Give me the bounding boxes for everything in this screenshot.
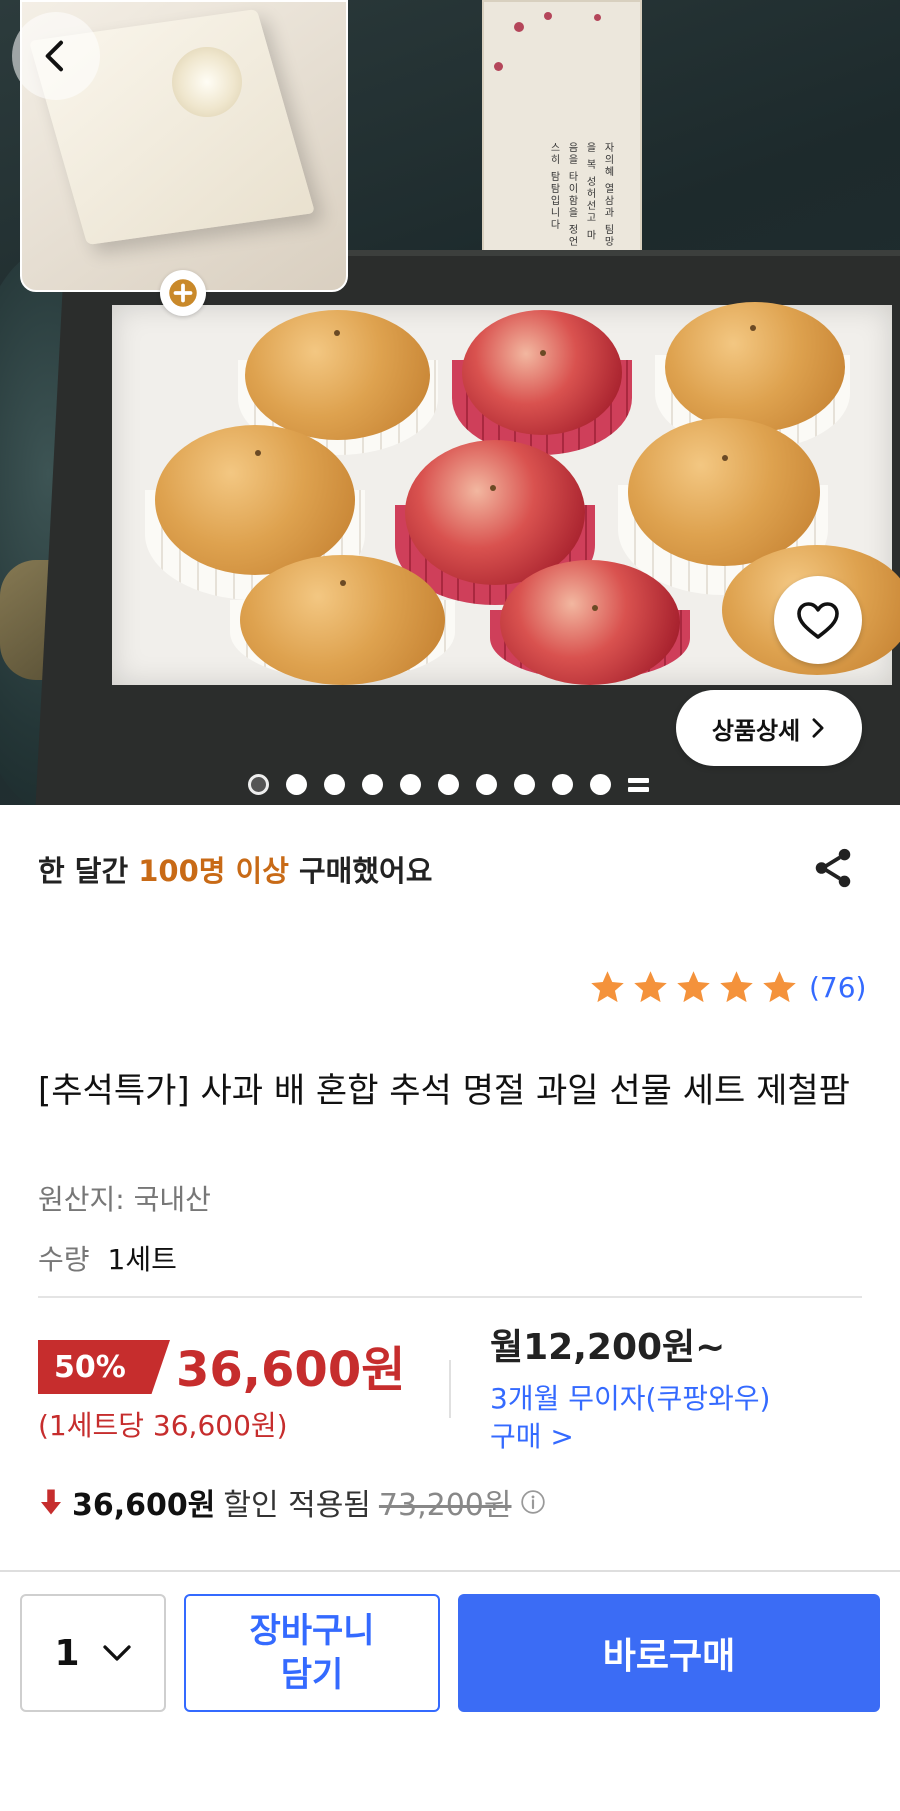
divider bbox=[38, 1296, 862, 1298]
product-origin: 원산지: 국내산 bbox=[38, 1183, 211, 1216]
sale-price: 36,600원 bbox=[176, 1342, 406, 1398]
carousel-more-icon[interactable] bbox=[628, 774, 649, 795]
carousel-dot[interactable] bbox=[286, 774, 307, 795]
quantity-value: 1세트 bbox=[107, 1243, 177, 1276]
vertical-divider bbox=[449, 1360, 451, 1418]
chevron-right-icon bbox=[812, 718, 824, 738]
buy-now-button[interactable]: 바로구매 bbox=[458, 1594, 880, 1712]
carousel-indicator bbox=[248, 774, 649, 795]
chevron-left-icon bbox=[45, 40, 63, 72]
blossom-decoration bbox=[514, 22, 524, 32]
bottom-action-bar: 1 장바구니 담기 바로구매 bbox=[0, 1570, 900, 1811]
back-button[interactable] bbox=[12, 12, 100, 100]
pear-image bbox=[665, 302, 845, 432]
heart-icon bbox=[797, 602, 839, 639]
purchase-stat-highlight: 100명 이상 bbox=[138, 854, 289, 888]
fruit-stem bbox=[722, 455, 728, 461]
fruit-stem bbox=[334, 330, 340, 336]
installment-link[interactable]: 3개월 무이자(쿠팡와우) 구매 > bbox=[490, 1380, 780, 1456]
share-icon[interactable] bbox=[810, 845, 856, 891]
fruit-stem bbox=[592, 605, 598, 611]
info-icon[interactable] bbox=[520, 1487, 546, 1517]
fruit-stem bbox=[255, 450, 261, 456]
carousel-dot[interactable] bbox=[476, 774, 497, 795]
star-icon bbox=[591, 971, 624, 1003]
product-title: [추석특가] 사과 배 혼합 추석 명절 과일 선물 세트 제철팜 bbox=[38, 1071, 850, 1111]
carousel-dot[interactable] bbox=[590, 774, 611, 795]
blossom-decoration bbox=[544, 12, 552, 20]
carousel-dot[interactable] bbox=[248, 774, 269, 795]
product-detail-label: 상품상세 bbox=[711, 716, 801, 745]
discount-summary: 36,600원 할인 적용됨 73,200원 bbox=[38, 1480, 546, 1524]
chevron-down-icon bbox=[102, 1645, 131, 1661]
carousel-dot[interactable] bbox=[400, 774, 421, 795]
monthly-price: 월12,200원~ bbox=[490, 1327, 726, 1368]
wishlist-button[interactable] bbox=[774, 576, 862, 664]
greeting-card: 자의혜 열삼과 팀망을 복 성허선고 마음을 타이함을 정언스히 탐탐입니다 bbox=[482, 0, 642, 255]
apple-image bbox=[462, 310, 622, 435]
review-count-link[interactable]: (76) bbox=[809, 971, 866, 1004]
quantity-info: 수량 1세트 bbox=[38, 1238, 177, 1278]
arrow-down-icon bbox=[41, 1489, 61, 1515]
blossom-decoration bbox=[594, 14, 601, 21]
carousel-dot[interactable] bbox=[324, 774, 345, 795]
plus-circle-icon bbox=[169, 279, 197, 307]
discount-applied-label: 할인 적용됨 bbox=[223, 1488, 371, 1523]
star-icon bbox=[677, 971, 710, 1003]
star-icon bbox=[634, 971, 667, 1003]
discount-amount: 36,600원 bbox=[72, 1488, 216, 1523]
star-icon bbox=[720, 971, 753, 1003]
thumbnail-expand-button[interactable] bbox=[160, 270, 206, 316]
pear-image bbox=[240, 555, 445, 685]
quantity-dropdown-value: 1 bbox=[54, 1632, 80, 1674]
star-icon bbox=[763, 971, 796, 1003]
discount-badge: 50% bbox=[38, 1340, 170, 1394]
rating-summary[interactable]: (76) bbox=[588, 968, 866, 1007]
carousel-dot[interactable] bbox=[552, 774, 573, 795]
blossom-decoration bbox=[494, 62, 503, 71]
unit-price: (1세트당 36,600원) bbox=[38, 1409, 288, 1442]
original-price: 73,200원 bbox=[378, 1488, 512, 1523]
carousel-dot[interactable] bbox=[438, 774, 459, 795]
gift-knot bbox=[172, 47, 242, 117]
add-to-cart-button[interactable]: 장바구니 담기 bbox=[184, 1594, 440, 1712]
pear-image bbox=[155, 425, 355, 575]
purchase-stat-suffix: 구매했어요 bbox=[288, 854, 433, 888]
quantity-dropdown[interactable]: 1 bbox=[20, 1594, 166, 1712]
fruit-stem bbox=[340, 580, 346, 586]
greeting-card-text: 자의혜 열삼과 팀망을 복 성허선고 마음을 타이함을 정언스히 탐탐입니다 bbox=[548, 142, 613, 249]
pear-image bbox=[628, 418, 820, 566]
quantity-label: 수량 bbox=[38, 1243, 90, 1276]
purchase-stat: 한 달간 100명 이상 구매했어요 bbox=[38, 848, 432, 890]
purchase-stat-prefix: 한 달간 bbox=[38, 854, 139, 888]
carousel-dot[interactable] bbox=[514, 774, 535, 795]
apple-image bbox=[500, 560, 680, 685]
fruit-stem bbox=[750, 325, 756, 331]
carousel-dot[interactable] bbox=[362, 774, 383, 795]
fruit-stem bbox=[490, 485, 496, 491]
fruit-stem bbox=[540, 350, 546, 356]
product-detail-button[interactable]: 상품상세 bbox=[676, 690, 862, 766]
product-image-carousel[interactable]: 자의혜 열삼과 팀망을 복 성허선고 마음을 타이함을 정언스히 탐탐입니다 상… bbox=[0, 0, 900, 805]
